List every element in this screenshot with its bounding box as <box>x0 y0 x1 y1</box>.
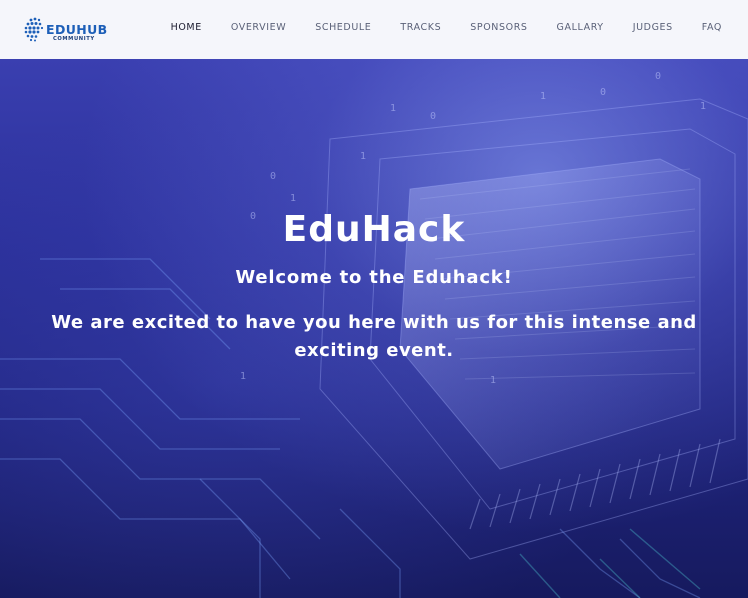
hero-description: We are excited to have you here with us … <box>51 312 697 361</box>
globe-icon <box>24 17 44 42</box>
nav-item-tracks[interactable]: TRACKS <box>400 22 441 33</box>
svg-text:0: 0 <box>600 87 606 98</box>
navbar: EDUHUB COMMUNITY HOME OVERVIEW SCHEDULE … <box>0 0 748 59</box>
hero-title: EduHack <box>282 209 466 250</box>
eduhub-logo[interactable]: EDUHUB COMMUNITY <box>22 12 107 48</box>
svg-text:1: 1 <box>240 371 246 382</box>
svg-text:1: 1 <box>360 151 366 162</box>
svg-text:1: 1 <box>540 91 546 102</box>
svg-text:1: 1 <box>490 375 496 386</box>
nav-item-overview[interactable]: OVERVIEW <box>231 22 286 33</box>
nav-item-faq[interactable]: FAQ <box>702 22 722 33</box>
nav-item-schedule[interactable]: SCHEDULE <box>315 22 371 33</box>
nav-item-home[interactable]: HOME <box>171 22 202 33</box>
hero-welcome: Welcome to the Eduhack! <box>235 267 513 288</box>
svg-text:1: 1 <box>390 103 396 114</box>
svg-text:0: 0 <box>430 111 436 122</box>
nav-item-sponsors[interactable]: SPONSORS <box>470 22 527 33</box>
main-nav: HOME OVERVIEW SCHEDULE TRACKS SPONSORS G… <box>142 22 722 33</box>
svg-text:1: 1 <box>290 193 296 204</box>
hero-section: 101 001 010 111 EduHack Welcome to the E… <box>0 59 748 598</box>
svg-text:1: 1 <box>700 101 706 112</box>
nav-item-judges[interactable]: JUDGES <box>633 22 673 33</box>
brand-name: EDUHUB <box>46 22 108 37</box>
brand-tagline: COMMUNITY <box>53 36 95 42</box>
nav-item-gallary[interactable]: GALLARY <box>557 22 604 33</box>
svg-text:0: 0 <box>270 171 276 182</box>
svg-text:0: 0 <box>655 71 661 82</box>
